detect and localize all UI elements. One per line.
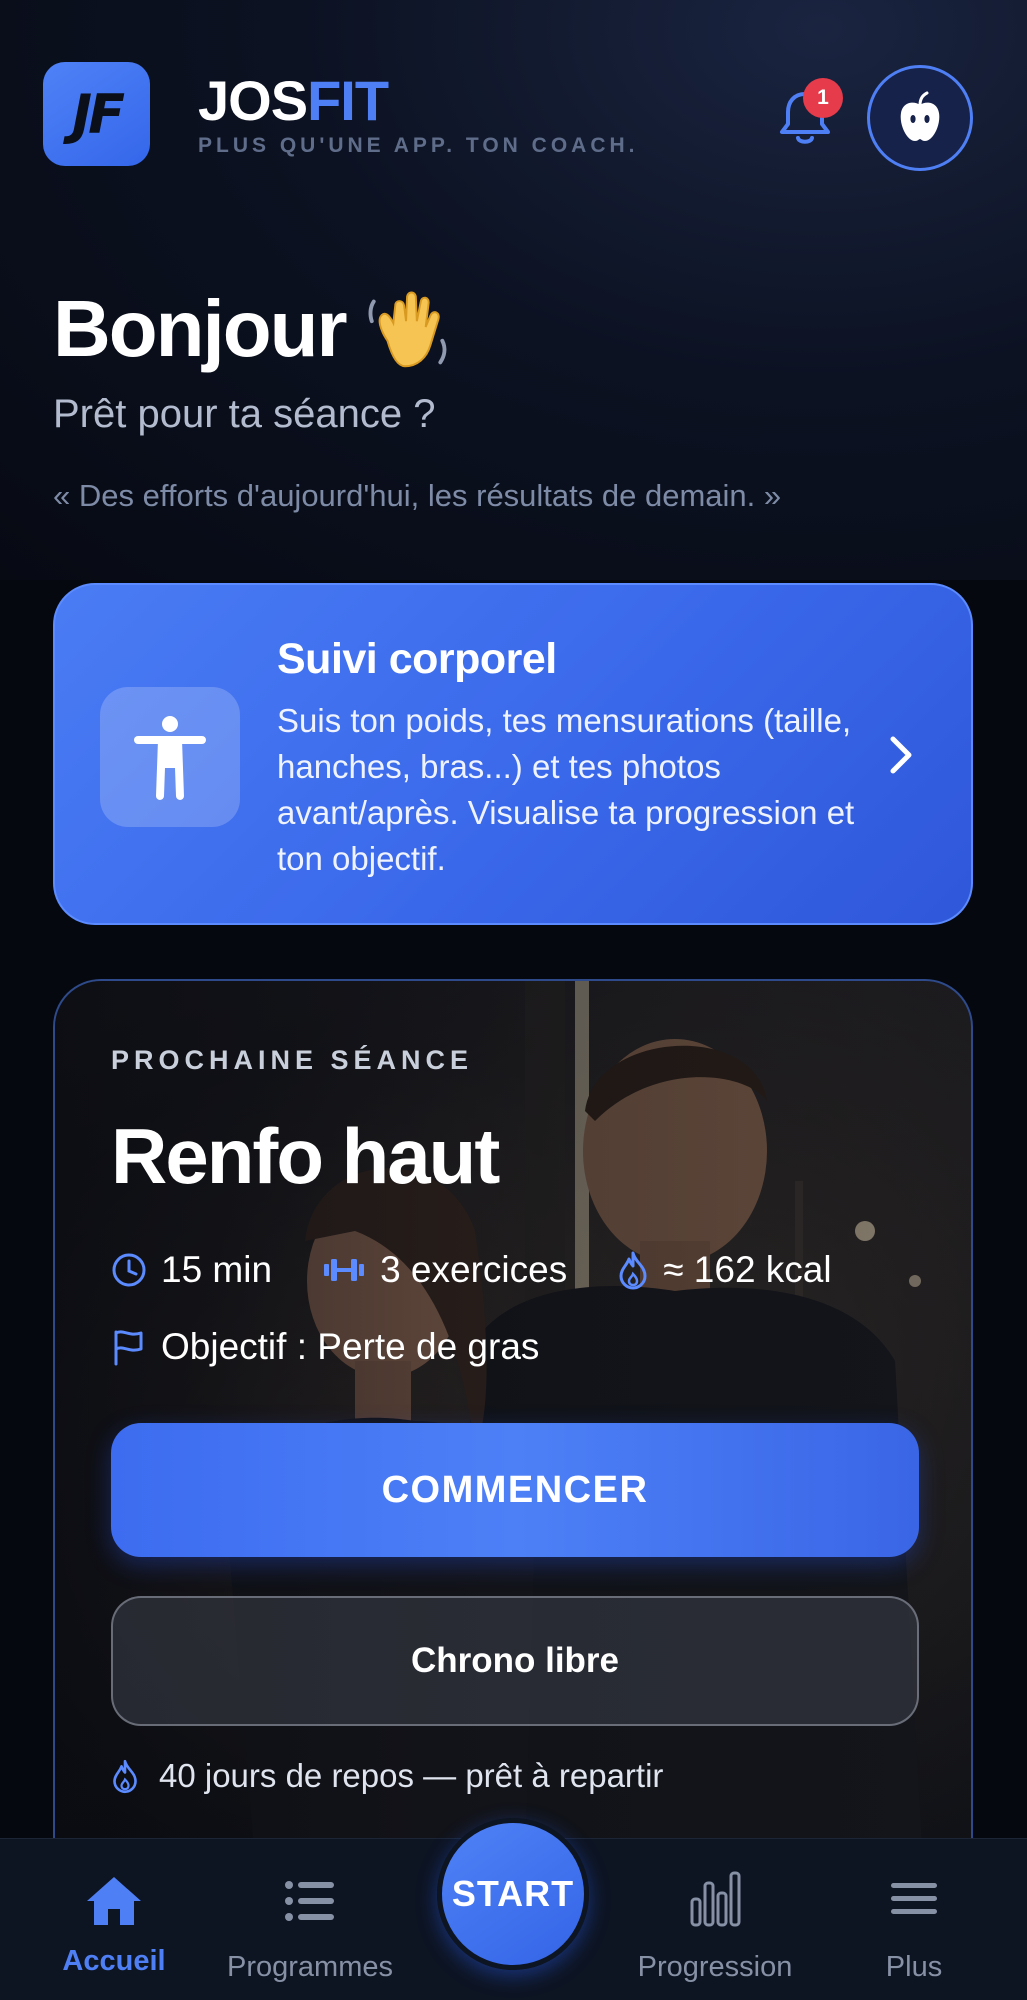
notification-badge: 1 xyxy=(803,78,843,118)
next-session-title: Renfo haut xyxy=(111,1112,500,1200)
apple-icon xyxy=(900,91,940,141)
body-tracking-icon-box xyxy=(100,687,240,827)
exercises-item: 3 exercices xyxy=(322,1249,567,1291)
flame-icon xyxy=(113,1759,137,1794)
session-meta: 15 min 3 exercices ≈ 162 kcal xyxy=(111,1249,882,1291)
start-fab-button[interactable]: START xyxy=(437,1818,589,1970)
duration-text: 15 min xyxy=(161,1249,273,1290)
free-timer-button[interactable]: Chrono libre xyxy=(111,1596,919,1726)
duration-item: 15 min xyxy=(111,1249,272,1291)
greeting-section: Bonjour Prêt pour ta séance ? xyxy=(53,280,458,437)
dumbbell-icon xyxy=(324,1259,365,1281)
calories-item: ≈ 162 kcal xyxy=(617,1249,832,1291)
body-tracking-card[interactable]: Suivi corporel Suis ton poids, tes mensu… xyxy=(53,583,973,925)
clock-icon xyxy=(112,1253,146,1287)
nav-item-home[interactable]: Accueil xyxy=(40,1839,188,2000)
flame-icon xyxy=(619,1251,647,1290)
body-tracking-title: Suivi corporel xyxy=(277,635,557,683)
goal-text: Objectif : Perte de gras xyxy=(161,1326,540,1367)
exercises-text: 3 exercices xyxy=(380,1249,568,1290)
greeting-subtitle: Prêt pour ta séance ? xyxy=(53,392,436,436)
brand: JOSFIT PLUS QU'UNE APP. TON COACH. xyxy=(198,70,638,158)
nav-item-progress[interactable]: Progression xyxy=(615,1839,815,2000)
app-logo[interactable]: JF xyxy=(43,62,150,166)
nav-label-more: Plus xyxy=(885,1951,943,1983)
brand-name-part2: FIT xyxy=(307,69,389,132)
motivational-quote: « Des efforts d'aujourd'hui, les résulta… xyxy=(53,478,782,513)
app-header: JF JOSFIT PLUS QU'UNE APP. TON COACH. 1 xyxy=(0,0,1027,240)
rest-info: 40 jours de repos — prêt à repartir xyxy=(111,1757,663,1795)
body-tracking-description: Suis ton poids, tes mensurations (taille… xyxy=(277,702,855,877)
next-session-label: PROCHAINE SÉANCE xyxy=(111,1045,474,1075)
start-session-button[interactable]: COMMENCER xyxy=(111,1423,919,1557)
home-icon xyxy=(87,1877,141,1925)
brand-name-part1: JOS xyxy=(198,69,308,132)
list-icon xyxy=(285,1881,334,1921)
nav-item-programs[interactable]: Programmes xyxy=(210,1839,410,2000)
profile-avatar[interactable] xyxy=(867,65,973,171)
chevron-right-icon xyxy=(890,736,912,774)
greeting-title: Bonjour xyxy=(53,280,458,378)
menu-icon xyxy=(891,1883,937,1914)
flag-icon xyxy=(114,1330,143,1366)
nav-label-progress: Progression xyxy=(637,1951,793,1983)
bar-chart-icon xyxy=(690,1871,741,1927)
brand-tagline: PLUS QU'UNE APP. TON COACH. xyxy=(198,134,639,157)
nav-label-home: Accueil xyxy=(62,1945,166,1977)
brand-name: JOSFIT xyxy=(198,70,638,132)
rest-info-text: 40 jours de repos — prêt à repartir xyxy=(159,1757,664,1794)
nav-item-more[interactable]: Plus xyxy=(840,1839,988,2000)
logo-text: JF xyxy=(72,82,125,146)
nav-label-programs: Programmes xyxy=(227,1951,393,1983)
greeting-hello-text: Bonjour xyxy=(53,284,348,373)
session-goal: Objectif : Perte de gras xyxy=(111,1326,539,1368)
calories-text: ≈ 162 kcal xyxy=(663,1249,832,1290)
waving-hand-icon xyxy=(368,291,447,368)
person-icon xyxy=(134,716,206,800)
